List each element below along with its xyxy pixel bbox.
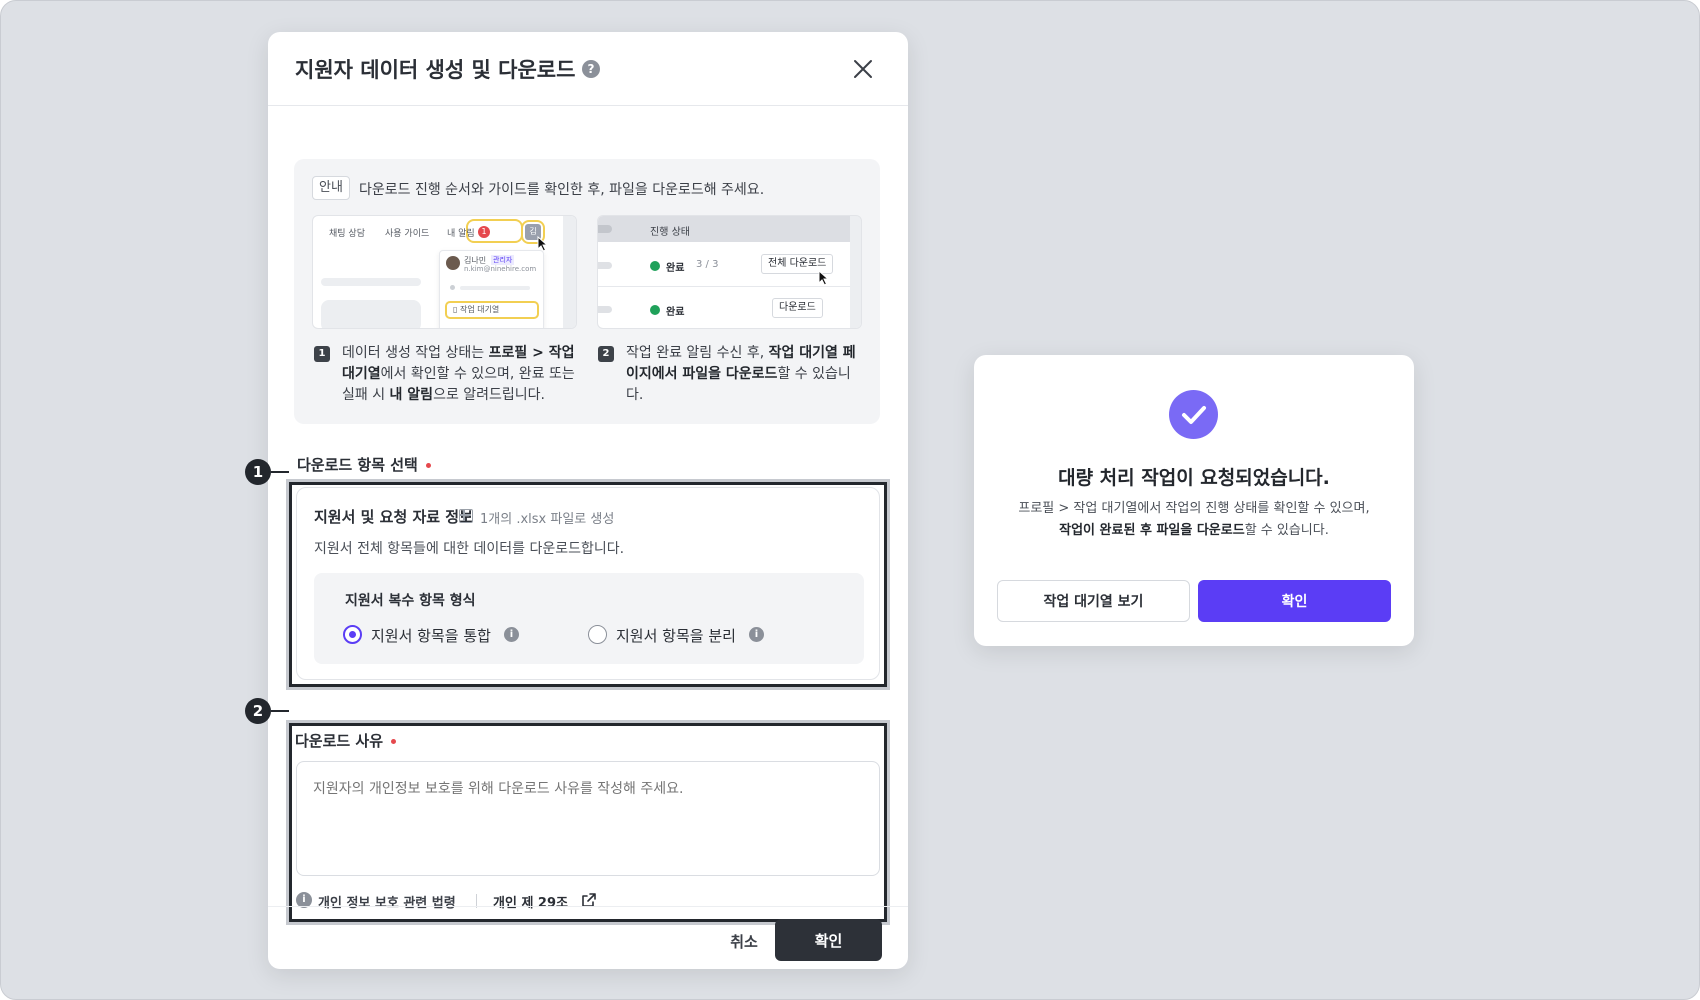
status-done-icon [650,305,660,315]
dialog-title: 대량 처리 작업이 요청되었습니다. [1058,467,1330,489]
step-number: 2 [598,346,614,362]
radio-merge[interactable] [343,625,362,644]
download-reason-input[interactable] [296,761,880,876]
dialog-confirm-button[interactable]: 확인 [1198,580,1391,622]
shot-placeholder-block [321,300,421,328]
shot-notif-badge: 1 [478,226,490,238]
confirm-button[interactable]: 확인 [775,919,882,961]
canvas: 지원자 데이터 생성 및 다운로드 ? 안내 다운로드 진행 순서와 가이드를 … [0,0,1700,1000]
shot-placeholder-bar [598,306,612,313]
card-file-meta: 1개의 .xlsx 파일로 생성 [480,512,615,527]
step-text-2: 작업 완료 알림 수신 후, 작업 대기열 페이지에서 파일을 다운로드할 수 … [626,343,866,406]
shot-dot [450,285,455,290]
guide-text: 다운로드 진행 순서와 가이드를 확인한 후, 파일을 다운로드해 주세요. [359,182,765,198]
card-description: 지원서 전체 항목들에 대한 데이터를 다운로드합니다. [314,541,625,557]
radio-separate[interactable] [588,625,607,644]
shot-placeholder-bar [321,278,421,286]
download-modal: 지원자 데이터 생성 및 다운로드 ? 안내 다운로드 진행 순서와 가이드를 … [268,32,908,969]
check-icon [1182,406,1206,424]
shot-download-button: 다운로드 [772,298,823,318]
close-icon [854,60,872,78]
shot-queue-label: 작업 대기열 [459,305,500,314]
dialog-desc-line2: 작업이 완료된 후 파일을 다운로드할 수 있습니다. [974,520,1414,542]
dialog-description: 프로필 > 작업 대기열에서 작업의 진행 상태를 확인할 수 있으며, 작업이… [974,498,1414,542]
shot-profile-dropdown: 김나민 관리자 n.kim@ninehire.com ▯ 작업 대기열 [439,250,544,328]
shot-placeholder-bar [598,225,612,233]
shot-nav-item: 사용 가이드 [385,229,430,239]
shot-placeholder-bar [598,262,612,269]
shot-row1-status: 완료 [666,263,685,274]
dialog-desc-rest: 할 수 있습니다. [1244,523,1329,538]
format-title: 지원서 복수 항목 형식 [345,593,476,609]
radio-separate-label[interactable]: 지원서 항목을 분리 [616,625,736,646]
format-option-box: 지원서 복수 항목 형식 지원서 항목을 통합 i 지원서 항목을 분리 i [314,573,864,664]
step-number: 1 [314,346,330,362]
shot-user-role: 관리자 [491,255,515,265]
modal-title: 지원자 데이터 생성 및 다운로드 [295,58,576,82]
shot-header-status: 진행 상태 [650,227,690,238]
step-text-part: 작업 완료 알림 수신 후, [626,345,769,361]
success-dialog: 대량 처리 작업이 요청되었습니다. 프로필 > 작업 대기열에서 작업의 진행… [974,355,1414,646]
card-title: 지원서 및 요청 자료 정보 [314,508,473,526]
radio-merge-label[interactable]: 지원서 항목을 통합 [371,625,491,646]
shot-nav-item: 채팅 상담 [329,229,365,239]
shot-row2-status: 완료 [666,307,685,318]
step-text-1: 데이터 생성 작업 상태는 프로필 > 작업 대기열에서 확인할 수 있으며, … [342,343,577,406]
callout-line [271,471,289,473]
modal-body: 안내 다운로드 진행 순서와 가이드를 확인한 후, 파일을 다운로드해 주세요… [268,107,908,925]
modal-header: 지원자 데이터 생성 및 다운로드 ? [268,32,908,106]
status-done-icon [650,261,660,271]
step-text-part: 데이터 생성 작업 상태는 [342,345,489,361]
dialog-desc-line1: 프로필 > 작업 대기열에서 작업의 진행 상태를 확인할 수 있으며, [1018,501,1370,516]
check-circle-icon [1169,390,1218,439]
download-reason-title-text: 다운로드 사유 [295,732,384,750]
shot-nav-item: 내 알림 [447,229,475,239]
shot-row-divider [598,286,861,287]
info-icon[interactable]: i [504,627,519,642]
shot-scrollbar [850,216,861,328]
guide-screenshot-notifications: 채팅 상담 사용 가이드 내 알림 1 김 김나민 관리자 n.kim@nine… [312,215,577,329]
info-icon[interactable]: i [749,627,764,642]
download-reason-title: 다운로드 사유 [295,730,397,751]
callout-marker-2: 2 [245,698,271,724]
view-queue-button[interactable]: 작업 대기열 보기 [997,580,1190,622]
shot-user-email: n.kim@ninehire.com [464,265,537,273]
shot-table-header [598,216,861,242]
download-item-card: 지원서 및 요청 자료 정보 1개의 .xlsx 파일로 생성 지원서 전체 항… [296,487,880,680]
cursor-icon [818,270,830,286]
guide-screenshot-queue: 진행 상태 완료 3 / 3 전체 다운로드 완료 다운로드 [597,215,862,329]
download-items-title: 다운로드 항목 선택 [297,454,431,475]
step-text-part: 으로 알려드립니다. [433,387,546,403]
callout-line [271,710,289,712]
download-items-title-text: 다운로드 항목 선택 [297,456,418,474]
shot-queue-item: ▯ 작업 대기열 [453,305,500,314]
modal-footer: 취소 확인 [268,906,908,969]
shot-placeholder-bar [460,286,530,290]
guide-badge: 안내 [312,176,350,200]
guide-box: 안내 다운로드 진행 순서와 가이드를 확인한 후, 파일을 다운로드해 주세요… [294,159,880,424]
required-dot [425,463,431,468]
step-text-bold: 내 알림 [389,387,434,403]
spreadsheet-icon [459,509,473,523]
close-button[interactable] [848,54,878,84]
shot-row1-count: 3 / 3 [696,259,719,270]
cancel-button[interactable]: 취소 [714,921,774,961]
required-dot [391,739,397,744]
shot-user-avatar [446,256,460,270]
shot-scrollbar [563,216,576,328]
help-icon[interactable]: ? [582,60,600,78]
dialog-desc-bold: 작업이 완료된 후 파일을 다운로드 [1059,523,1245,538]
callout-marker-1: 1 [245,459,271,485]
